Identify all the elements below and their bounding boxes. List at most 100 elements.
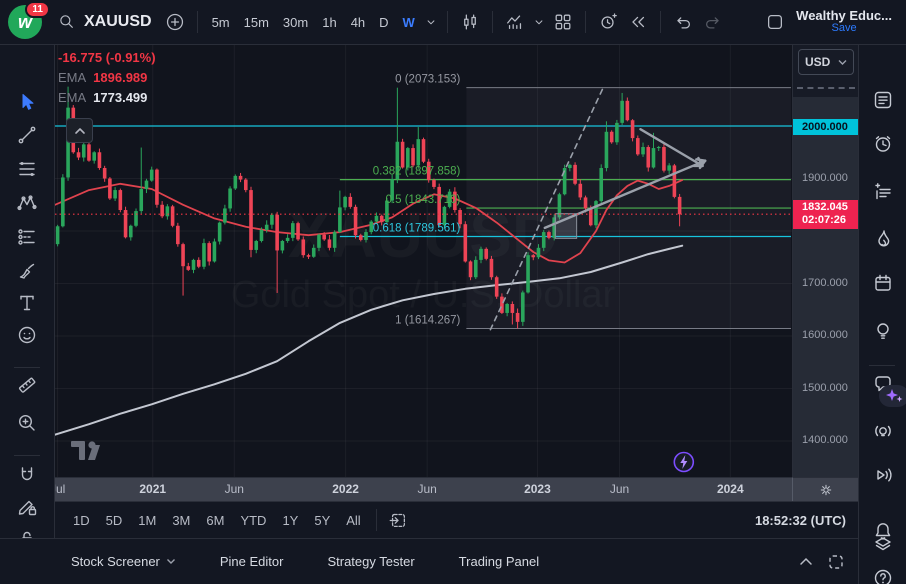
tab-pine-editor[interactable]: Pine Editor <box>220 554 284 569</box>
range-button-5D[interactable]: 5D <box>98 509 131 532</box>
divider <box>376 509 377 531</box>
axis-settings-corner[interactable] <box>792 477 858 501</box>
price-axis[interactable]: USD 2000.0001900.0001832.04502:07:261700… <box>792 45 858 477</box>
broadcast-lightbulb-icon[interactable] <box>868 416 898 446</box>
panel-maximize-icon[interactable] <box>828 554 844 570</box>
candle-body <box>234 176 238 189</box>
chart-canvas[interactable]: XAUUSDGold Spot / U.S. Dollar0 (2073.153… <box>55 45 792 477</box>
chart-legend[interactable]: -16.775 (-0.91%) EMA1896.989 EMA1773.499 <box>58 48 156 108</box>
candle-body <box>479 249 483 260</box>
drawing-mode-tool-icon[interactable] <box>11 492 43 522</box>
range-button-1D[interactable]: 1D <box>65 509 98 532</box>
help-circle-icon[interactable] <box>868 563 898 584</box>
interval-button-4h[interactable]: 4h <box>344 11 372 34</box>
candle-body <box>296 223 300 239</box>
undo-icon[interactable] <box>668 7 698 37</box>
layers-icon[interactable] <box>868 530 898 560</box>
range-button-6M[interactable]: 6M <box>198 509 232 532</box>
tab-label: Trading Panel <box>459 554 539 569</box>
ai-sparkles-badge[interactable] <box>879 385 906 407</box>
compare-add-icon[interactable] <box>160 7 190 37</box>
layout-templates-icon[interactable] <box>548 7 578 37</box>
symbol-search-button[interactable]: XAUUSD <box>84 13 152 31</box>
candle-body <box>380 216 384 222</box>
redo-icon[interactable] <box>698 7 728 37</box>
range-button-5Y[interactable]: 5Y <box>306 509 338 532</box>
chevron-down-icon[interactable] <box>530 7 548 37</box>
fib-level-label: 1 (1614.267) <box>395 315 460 327</box>
cursor-tool-icon[interactable] <box>11 87 43 117</box>
layout-name: Wealthy Educ... <box>796 9 892 22</box>
forecast-tool-icon[interactable] <box>11 222 43 252</box>
fib-level-label: 0.618 (1789.561) <box>373 223 461 235</box>
text-tool-icon[interactable] <box>11 288 43 318</box>
save-layout-icon[interactable] <box>760 7 790 37</box>
brush-tool-icon[interactable] <box>11 256 43 286</box>
ideas-lightbulb-icon[interactable] <box>868 316 898 346</box>
hotlist-flame-icon[interactable] <box>868 224 898 254</box>
candle-body <box>150 170 154 181</box>
pattern-tool-icon[interactable] <box>11 188 43 218</box>
fib-retracement-tool-icon[interactable] <box>11 154 43 184</box>
time-axis[interactable]: Jul2021Jun2022Jun2023Jun2024 <box>55 477 792 501</box>
candle-body <box>218 223 222 242</box>
range-button-YTD[interactable]: YTD <box>232 509 274 532</box>
candle-body <box>657 147 661 148</box>
app-logo[interactable]: w 11 <box>8 5 42 39</box>
candle-body <box>641 147 645 154</box>
tab-strategy-tester[interactable]: Strategy Tester <box>327 554 414 569</box>
trend-line-tool-icon[interactable] <box>11 120 43 150</box>
notes-icon[interactable] <box>868 177 898 207</box>
candle-body <box>401 142 405 168</box>
indicators-icon[interactable] <box>500 7 530 37</box>
emoji-tool-icon[interactable] <box>11 320 43 350</box>
tab-stock-screener[interactable]: Stock Screener <box>71 554 176 569</box>
ruler-tool-icon[interactable] <box>11 370 43 400</box>
interval-button-30m[interactable]: 30m <box>276 11 315 34</box>
interval-button-15m[interactable]: 15m <box>237 11 276 34</box>
range-button-All[interactable]: All <box>338 509 368 532</box>
search-icon[interactable] <box>52 7 82 37</box>
range-button-3M[interactable]: 3M <box>164 509 198 532</box>
candle-body <box>579 184 583 198</box>
candle-body <box>584 197 588 208</box>
candle-body <box>239 176 243 180</box>
candle-body <box>171 206 175 225</box>
candle-body <box>145 181 149 189</box>
chart-style-candles-icon[interactable] <box>455 7 485 37</box>
layout-name-button[interactable]: Wealthy Educ... Save <box>796 9 892 35</box>
panel-expand-icon[interactable] <box>798 554 814 570</box>
candle-body <box>474 260 478 277</box>
bar-replay-icon[interactable] <box>623 7 653 37</box>
utc-clock[interactable]: 18:52:32 (UTC) <box>755 513 846 528</box>
magnet-tool-icon[interactable] <box>11 460 43 490</box>
event-lightning-badge[interactable] <box>674 453 693 472</box>
goto-date-icon[interactable] <box>388 510 408 530</box>
watchlist-icon[interactable] <box>868 85 898 115</box>
range-button-1M[interactable]: 1M <box>130 509 164 532</box>
alert-clock-icon[interactable] <box>868 129 898 159</box>
save-link[interactable]: Save <box>796 22 892 35</box>
zoom-in-tool-icon[interactable] <box>11 408 43 438</box>
interval-button-5m[interactable]: 5m <box>205 11 237 34</box>
interval-button-W[interactable]: W <box>396 11 422 34</box>
candle-body <box>155 170 159 205</box>
calendar-icon[interactable] <box>868 268 898 298</box>
currency-dropdown[interactable]: USD <box>798 49 854 75</box>
candle-body <box>537 248 541 257</box>
chevron-down-icon[interactable] <box>422 7 440 37</box>
date-range-toolbar: 1D5D1M3M6MYTD1Y5YAll 18:52:32 (UTC) <box>55 501 858 538</box>
candle-body <box>511 304 515 313</box>
interval-button-1h[interactable]: 1h <box>315 11 343 34</box>
candle-body <box>249 190 253 250</box>
price-axis-label: 1400.000 <box>793 434 858 446</box>
interval-button-D[interactable]: D <box>372 11 395 34</box>
rectangle-drawing[interactable] <box>555 214 576 239</box>
candle-body <box>129 226 133 238</box>
streams-play-icon[interactable] <box>868 460 898 490</box>
divider <box>869 365 895 366</box>
range-button-1Y[interactable]: 1Y <box>274 509 306 532</box>
legend-collapse-button[interactable] <box>66 118 93 143</box>
tab-trading-panel[interactable]: Trading Panel <box>459 554 539 569</box>
create-alert-icon[interactable] <box>593 7 623 37</box>
